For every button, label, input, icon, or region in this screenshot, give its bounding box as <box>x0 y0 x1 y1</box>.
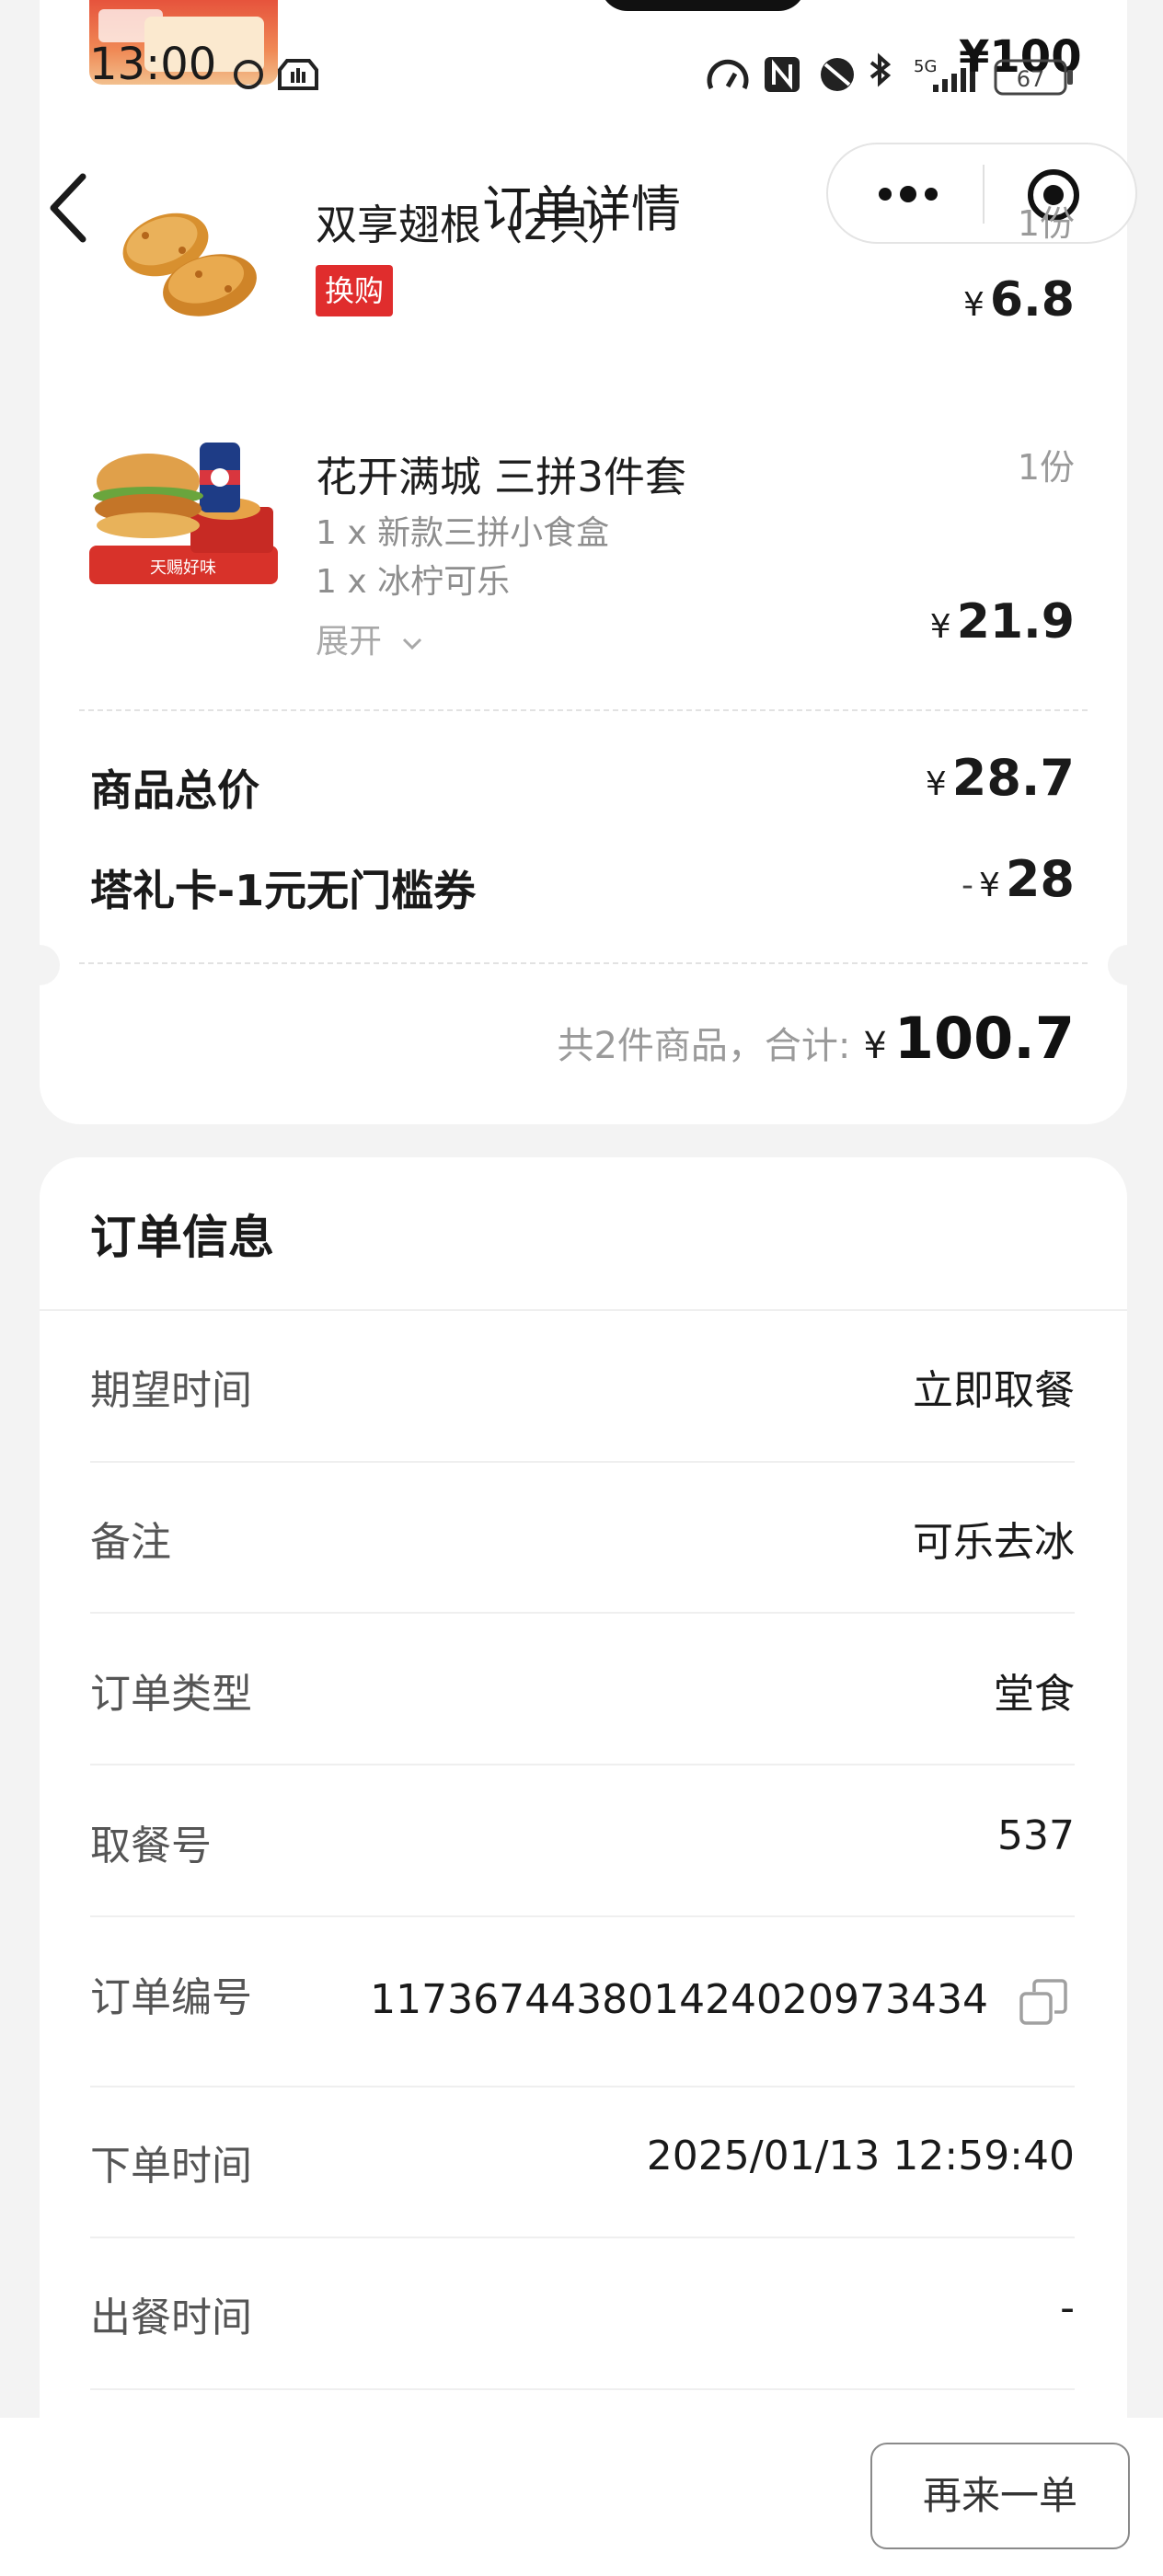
currency-symbol: ¥ <box>925 765 947 803</box>
item-price-value: 6.8 <box>989 272 1075 328</box>
item-sub-line: 1 x 冰柠可乐 <box>316 563 511 601</box>
currency-symbol: ¥ <box>978 867 1000 904</box>
item-qty: 1份 <box>1017 447 1075 488</box>
status-notification-icons <box>234 59 318 90</box>
item-price-value: 21.9 <box>956 594 1075 650</box>
info-label-serve-time: 出餐时间 <box>90 2294 252 2341</box>
info-value-order-type: 堂食 <box>994 1671 1075 1718</box>
row-divider <box>90 2086 1075 2087</box>
item-name: 双享翅根（2只） <box>316 201 632 249</box>
info-value-remark: 可乐去冰 <box>913 1519 1075 1566</box>
back-arrow-icon[interactable] <box>46 171 92 245</box>
card-notch-left <box>19 945 60 985</box>
info-label-order-type: 订单类型 <box>90 1671 252 1718</box>
info-value-order-number: 117367443801424020973434 <box>370 1976 988 2023</box>
info-value-expected-time: 立即取餐 <box>913 1367 1075 1414</box>
row-divider <box>90 1612 1075 1614</box>
battery-icon: 67 <box>994 59 1073 96</box>
info-value-serve-time: - <box>1060 2284 1075 2331</box>
row-divider <box>90 2388 1075 2390</box>
copy-icon[interactable] <box>1018 1977 1069 2029</box>
wings-product-image <box>122 213 257 316</box>
expand-toggle[interactable]: 展开 <box>316 615 423 662</box>
coupon-value: - ¥28 <box>961 850 1075 908</box>
chevron-down-icon <box>403 638 422 650</box>
coupon-amount: 28 <box>1005 850 1075 908</box>
dashed-divider <box>79 962 1088 964</box>
goods-total-value: ¥28.7 <box>926 749 1075 807</box>
card-notch-right <box>1108 945 1148 985</box>
expand-label: 展开 <box>316 623 383 661</box>
info-label-remark: 备注 <box>90 1519 171 1566</box>
product-image-text: 天赐好味 <box>150 558 216 578</box>
camera-cutout <box>600 0 806 11</box>
item-sub-line: 1 x 新款三拼小食盒 <box>316 514 610 552</box>
exchange-tag: 换购 <box>316 265 393 316</box>
row-divider <box>90 1764 1075 1765</box>
currency-symbol: ¥ <box>863 1025 887 1067</box>
total-label: 共2件商品，合计: <box>557 1025 851 1067</box>
svg-text:5G: 5G <box>914 57 937 76</box>
battery-level: 67 <box>1017 66 1045 92</box>
currency-symbol: ¥ <box>929 608 951 646</box>
row-divider <box>90 1461 1075 1463</box>
info-label-order-number: 订单编号 <box>90 1974 252 2021</box>
minus-sign: - <box>961 867 973 904</box>
more-dots-icon[interactable] <box>876 181 940 207</box>
info-value-pickup-number: 537 <box>997 1812 1075 1859</box>
order-info-title: 订单信息 <box>90 1211 274 1264</box>
goods-total-amount: 28.7 <box>951 749 1075 807</box>
coupon-label: 塔礼卡-1元无门槛券 <box>90 866 477 915</box>
item-price: ¥21.9 <box>930 594 1075 650</box>
row-divider <box>90 1915 1075 1917</box>
info-label-order-time: 下单时间 <box>90 2143 252 2190</box>
reorder-button[interactable]: 再来一单 <box>870 2443 1130 2549</box>
info-label-pickup-number: 取餐号 <box>90 1823 212 1869</box>
dashed-divider <box>79 709 1088 711</box>
mini-program-capsule <box>826 143 1137 244</box>
item-name: 花开满城 三拼3件套 <box>316 453 686 501</box>
info-label-expected-time: 期望时间 <box>90 1367 252 1414</box>
total-amount: 100.7 <box>893 1005 1075 1072</box>
goods-total-label: 商品总价 <box>90 765 259 815</box>
item-price: ¥6.8 <box>963 272 1075 328</box>
status-time: 13:00 <box>89 39 217 90</box>
divider <box>40 1309 1127 1311</box>
burger-set-product-image: 天赐好味 <box>89 443 278 584</box>
order-total: 共2件商品，合计: ¥100.7 <box>557 1005 1075 1072</box>
info-value-order-time: 2025/01/13 12:59:40 <box>646 2133 1075 2179</box>
row-divider <box>90 2237 1075 2238</box>
currency-symbol: ¥ <box>962 286 985 324</box>
item-qty: 1份 <box>1017 203 1075 244</box>
